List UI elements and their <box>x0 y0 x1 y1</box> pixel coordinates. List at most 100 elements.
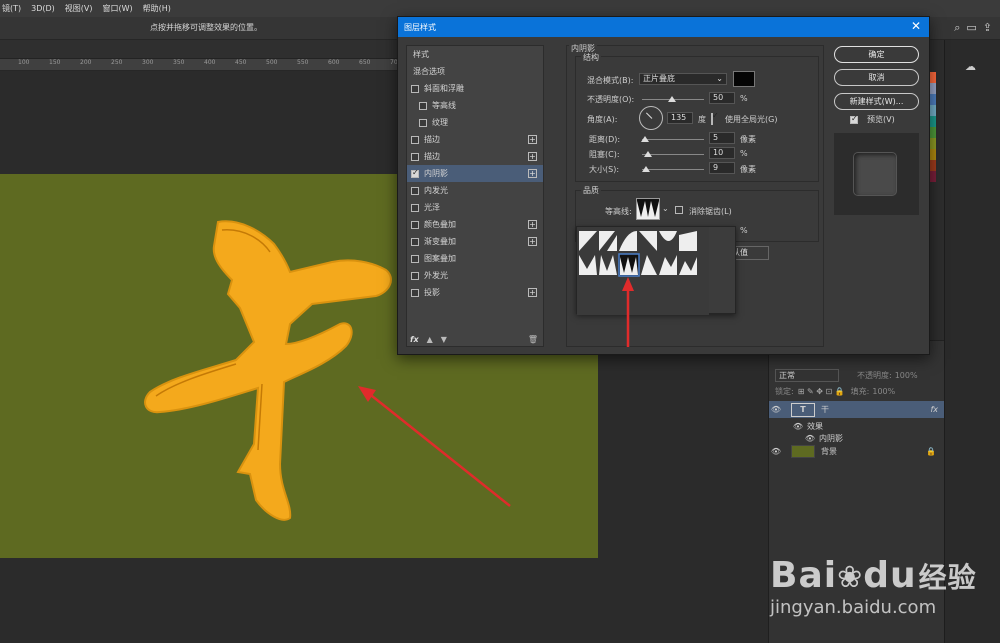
opacity-unit: % <box>740 94 748 103</box>
anti-alias-checkbox[interactable] <box>675 206 683 214</box>
checkbox[interactable] <box>411 186 419 195</box>
preview-label: 预览(V) <box>867 115 895 124</box>
style-label: 等高线 <box>432 101 456 110</box>
style-label: 图案叠加 <box>424 254 456 263</box>
layers-fill-value[interactable]: 100% <box>872 387 895 396</box>
style-label: 外发光 <box>424 271 448 280</box>
search-icon[interactable]: ⌕ <box>954 21 960 35</box>
checkbox[interactable] <box>411 254 419 263</box>
eye-icon[interactable]: 👁 <box>769 405 783 414</box>
eye-icon[interactable]: 👁 <box>769 447 783 456</box>
size-value: 9 <box>713 163 719 172</box>
style-texture[interactable]: 纹理 <box>407 114 543 131</box>
add-effect-icon[interactable]: + <box>528 152 537 161</box>
opacity-input[interactable]: 50 <box>709 92 735 104</box>
choke-value: 10 <box>713 148 724 157</box>
contour-thumbnail[interactable] <box>636 198 660 220</box>
layer-fx-badge[interactable]: fx <box>930 405 938 414</box>
style-blend-options[interactable]: 混合选项 <box>407 63 543 80</box>
global-light-checkbox[interactable] <box>711 113 713 125</box>
add-effect-icon[interactable]: + <box>528 288 537 297</box>
add-effect-icon[interactable]: + <box>528 135 537 144</box>
menu-view[interactable]: 视图(V) <box>65 3 93 14</box>
add-effect-icon[interactable]: + <box>528 220 537 229</box>
distance-slider-thumb[interactable] <box>641 136 649 142</box>
paw-icon: ❀ <box>837 560 864 595</box>
style-stroke-2[interactable]: 描边 + <box>407 148 543 165</box>
eye-icon[interactable]: 👁 <box>803 434 817 443</box>
menu-filter[interactable]: 镜(T) <box>2 3 21 14</box>
style-pattern-overlay[interactable]: 图案叠加 <box>407 250 543 267</box>
preview-checkbox[interactable] <box>850 114 858 124</box>
options-hint: 点按并拖移可调整效果的位置。 <box>150 23 262 32</box>
checkbox[interactable] <box>411 203 419 212</box>
angle-dial[interactable] <box>639 106 663 130</box>
ok-button[interactable]: 确定 <box>834 46 919 63</box>
layer-name: 干 <box>821 405 829 414</box>
chevron-down-icon[interactable]: ⌄ <box>662 204 669 213</box>
style-satin[interactable]: 光泽 <box>407 199 543 216</box>
libraries-icon[interactable]: ☁ <box>965 60 976 73</box>
angle-label: 角度(A): <box>587 115 618 124</box>
style-outer-glow[interactable]: 外发光 <box>407 267 543 284</box>
size-slider[interactable] <box>642 169 704 170</box>
style-label: 纹理 <box>432 118 448 127</box>
menu-help[interactable]: 帮助(H) <box>143 3 171 14</box>
move-down-icon[interactable]: ▼ <box>441 335 447 344</box>
cancel-button[interactable]: 取消 <box>834 69 919 86</box>
new-style-button[interactable]: 新建样式(W)... <box>834 93 919 110</box>
menu-3d[interactable]: 3D(D) <box>31 4 55 13</box>
add-effect-icon[interactable]: + <box>528 237 537 246</box>
workspace-icon[interactable]: ▭ <box>966 21 976 35</box>
choke-label: 阻塞(C): <box>589 150 620 159</box>
size-input[interactable]: 9 <box>709 162 735 174</box>
style-color-overlay[interactable]: 颜色叠加 + <box>407 216 543 233</box>
checkbox[interactable] <box>411 271 419 280</box>
distance-value: 5 <box>713 133 719 142</box>
size-slider-thumb[interactable] <box>642 166 650 172</box>
cancel-label: 取消 <box>868 73 885 82</box>
style-gradient-overlay[interactable]: 渐变叠加 + <box>407 233 543 250</box>
layers-blend-mode[interactable]: 正常 <box>775 369 839 382</box>
style-list-header[interactable]: 样式 <box>407 46 543 63</box>
layers-opacity-value[interactable]: 100% <box>895 371 918 380</box>
style-stroke-1[interactable]: 描边 + <box>407 131 543 148</box>
preview-toggle[interactable]: 预览(V) <box>850 114 895 125</box>
style-inner-shadow[interactable]: 内阴影 + <box>407 165 543 182</box>
angle-input[interactable]: 135 <box>667 112 693 124</box>
checkbox-checked[interactable] <box>411 168 419 178</box>
checkbox[interactable] <box>411 135 419 144</box>
checkbox[interactable] <box>411 152 419 161</box>
distance-slider[interactable] <box>642 139 704 140</box>
layer-row-text[interactable]: 👁 T 干 fx <box>769 401 944 418</box>
close-icon[interactable]: ✕ <box>911 20 921 32</box>
blend-mode-select[interactable]: 正片叠底 ⌄ <box>639 73 727 85</box>
style-drop-shadow[interactable]: 投影 + <box>407 284 543 301</box>
layer-row-background[interactable]: 👁 背景 🔒 <box>769 443 944 460</box>
lock-icons[interactable]: ⊞ ✎ ✥ ⊡ 🔒 <box>798 387 845 396</box>
add-effect-icon[interactable]: + <box>528 169 537 178</box>
style-bevel-emboss[interactable]: 斜面和浮雕 <box>407 80 543 97</box>
checkbox[interactable] <box>411 84 419 93</box>
checkbox[interactable] <box>411 237 419 246</box>
choke-slider-thumb[interactable] <box>644 151 652 157</box>
annotation-arrow <box>366 391 511 507</box>
shadow-color-swatch[interactable] <box>733 71 755 87</box>
checkbox[interactable] <box>419 118 427 127</box>
distance-input[interactable]: 5 <box>709 132 735 144</box>
trash-icon[interactable]: 🗑 <box>528 335 538 344</box>
fx-menu-button[interactable]: fx <box>410 335 419 344</box>
move-up-icon[interactable]: ▲ <box>427 335 433 344</box>
share-icon[interactable]: ⇪ <box>983 21 992 35</box>
choke-input[interactable]: 10 <box>709 147 735 159</box>
style-inner-glow[interactable]: 内发光 <box>407 182 543 199</box>
checkbox[interactable] <box>419 101 427 110</box>
opacity-slider-thumb[interactable] <box>668 96 676 102</box>
style-label: 光泽 <box>424 203 440 212</box>
menu-window[interactable]: 窗口(W) <box>103 3 133 14</box>
watermark-brand-du: du <box>863 555 917 596</box>
checkbox[interactable] <box>411 220 419 229</box>
layers-lock-row: 锁定: ⊞ ✎ ✥ ⊡ 🔒 填充: 100% <box>769 383 944 400</box>
checkbox[interactable] <box>411 288 419 297</box>
style-contour[interactable]: 等高线 <box>407 97 543 114</box>
